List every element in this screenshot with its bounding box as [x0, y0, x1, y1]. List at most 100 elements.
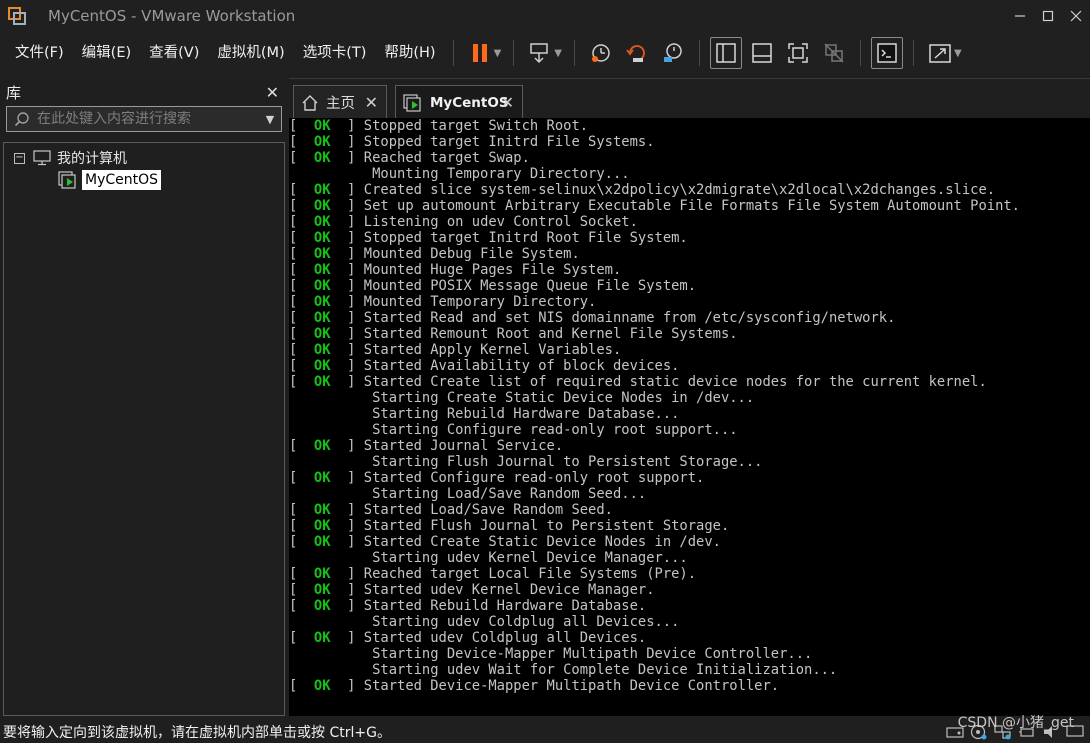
console-line-text: Starting Device-Mapper Multipath Device …: [372, 646, 813, 662]
minimize-button[interactable]: [1006, 0, 1034, 32]
console-view-button[interactable]: [871, 37, 903, 69]
full-screen-button[interactable]: [782, 37, 814, 69]
console-line-text: Starting Flush Journal to Persistent Sto…: [372, 454, 763, 470]
tab-home-close-icon[interactable]: ✕: [365, 93, 378, 112]
search-dropdown-icon[interactable]: ▼: [259, 113, 281, 126]
console-line-text: Mounted Debug File System.: [363, 246, 580, 262]
menu-file[interactable]: 文件(F): [6, 32, 73, 74]
tree-label-my-computer: 我的计算机: [57, 151, 127, 167]
console-line: [ OK ] Started Configure read-only root …: [289, 470, 705, 486]
revert-snapshot-button[interactable]: [621, 37, 653, 69]
ok-status: OK: [313, 582, 331, 598]
console-line: [ OK ] Mounted Huge Pages File System.: [289, 262, 622, 278]
console-line-text: Listening on udev Control Socket.: [363, 214, 638, 230]
tab-mycentos[interactable]: MyCentOS ✕: [395, 85, 523, 119]
console-line-text: Stopped target Initrd Root File System.: [363, 230, 688, 246]
ok-status: OK: [313, 534, 331, 550]
console-line: [ OK ] Stopped target Initrd File System…: [289, 134, 655, 150]
console-line: Starting Rebuild Hardware Database...: [289, 406, 679, 422]
console-line: [ OK ] Started Create Static Device Node…: [289, 534, 721, 550]
toolbar-separator: [860, 40, 861, 66]
tree-node-mycentos[interactable]: MyCentOS: [58, 169, 162, 191]
window-title: MyCentOS - VMware Workstation: [48, 7, 296, 25]
tab-home[interactable]: 主页 ✕: [293, 85, 387, 119]
vm-running-icon: [58, 171, 78, 189]
console-line-text: Started Read and set NIS domainname from…: [363, 310, 896, 326]
snapshot-button[interactable]: [585, 37, 617, 69]
toolbar-separator: [699, 40, 700, 66]
console-line-text: Started Journal Service.: [363, 438, 564, 454]
menu-bar: 文件(F) 编辑(E) 查看(V) 虚拟机(M) 选项卡(T) 帮助(H) ▼ …: [0, 32, 1090, 74]
maximize-button[interactable]: [1034, 0, 1062, 32]
console-line: [ OK ] Started Device-Mapper Multipath D…: [289, 678, 780, 694]
ok-status: OK: [313, 198, 331, 214]
console-line-text: Starting udev Wait for Complete Device I…: [372, 662, 838, 678]
vm-console[interactable]: [ OK ] Stopped target Switch Root.[ OK ]…: [289, 118, 1090, 716]
ok-status: OK: [313, 310, 331, 326]
console-line: Starting udev Kernel Device Manager...: [289, 550, 688, 566]
library-search-input[interactable]: [37, 111, 259, 127]
console-line-text: Mounted Temporary Directory.: [363, 294, 597, 310]
ok-status: OK: [313, 246, 331, 262]
unity-button[interactable]: [818, 37, 850, 69]
snapshot-manager-icon: [664, 43, 682, 62]
console-line: [ OK ] Mounted POSIX Message Queue File …: [289, 278, 697, 294]
thumbnail-bar-icon: [752, 43, 772, 63]
console-line-text: Starting Create Static Device Nodes in /…: [372, 390, 755, 406]
toolbar-separator: [513, 40, 515, 66]
menu-view[interactable]: 查看(V): [140, 32, 208, 74]
vmware-logo-icon: [6, 5, 28, 27]
library-close-icon[interactable]: ✕: [266, 83, 279, 102]
snapshot-manager-button[interactable]: [657, 37, 689, 69]
unity-icon: [824, 43, 844, 63]
console-line-text: Created slice system-selinux\x2dpolicy\x…: [363, 182, 996, 198]
title-bar: MyCentOS - VMware Workstation: [0, 0, 1090, 32]
menu-vm[interactable]: 虚拟机(M): [208, 32, 293, 74]
console-line-text: Started Availability of block devices.: [363, 358, 680, 374]
console-line: [ OK ] Reached target Swap.: [289, 150, 530, 166]
toolbar-separator: [574, 40, 575, 66]
menu-tabs[interactable]: 选项卡(T): [294, 32, 376, 74]
console-line-text: Started Load/Save Random Seed.: [363, 502, 613, 518]
thumbnail-bar-button[interactable]: [746, 37, 778, 69]
maximize-icon: [1042, 10, 1054, 22]
ok-status: OK: [313, 326, 331, 342]
console-line: [ OK ] Listening on udev Control Socket.: [289, 214, 638, 230]
console-line: [ OK ] Started Journal Service.: [289, 438, 564, 454]
tree-node-my-computer[interactable]: − 我的计算机: [14, 147, 127, 169]
console-line-text: Started Apply Kernel Variables.: [363, 342, 622, 358]
show-library-button[interactable]: [710, 37, 742, 69]
console-line: Mounting Temporary Directory...: [289, 166, 630, 182]
stretch-dropdown-icon[interactable]: ▼: [954, 48, 962, 59]
console-line-text: Mounted POSIX Message Queue File System.: [363, 278, 697, 294]
console-line: [ OK ] Mounted Debug File System.: [289, 246, 580, 262]
status-bar: 要将输入定向到该虚拟机，请在虚拟机内部单击或按 Ctrl+G。: [0, 720, 1090, 743]
close-window-button[interactable]: [1062, 0, 1090, 32]
send-keys-dropdown-icon[interactable]: ▼: [554, 48, 562, 59]
ok-status: OK: [313, 262, 331, 278]
ok-status: OK: [313, 230, 331, 246]
ok-status: OK: [313, 118, 331, 134]
stretch-guest-icon: [929, 44, 951, 63]
console-line: [ OK ] Created slice system-selinux\x2dp…: [289, 182, 996, 198]
console-line: [ OK ] Stopped target Initrd Root File S…: [289, 230, 688, 246]
tab-bar: 主页 ✕ MyCentOS ✕: [289, 78, 1090, 119]
ok-status: OK: [313, 214, 331, 230]
tab-mycentos-close-icon[interactable]: ✕: [501, 93, 514, 112]
send-ctrl-alt-del-button[interactable]: [524, 37, 556, 69]
library-search: ▼: [6, 106, 282, 132]
pause-button[interactable]: [464, 37, 496, 69]
stretch-guest-button[interactable]: [924, 37, 956, 69]
ok-status: OK: [313, 678, 331, 694]
snapshot-icon: [592, 44, 610, 62]
collapse-toggle-icon[interactable]: −: [14, 152, 25, 164]
send-ctrl-alt-del-icon: [530, 43, 549, 64]
console-line: Starting Configure read-only root suppor…: [289, 422, 737, 438]
menu-help[interactable]: 帮助(H): [375, 32, 444, 74]
console-line-text: Started udev Coldplug all Devices.: [363, 630, 647, 646]
console-line: [ OK ] Started Rebuild Hardware Database…: [289, 598, 647, 614]
console-line-text: Starting udev Kernel Device Manager...: [372, 550, 688, 566]
ok-status: OK: [313, 630, 331, 646]
menu-edit[interactable]: 编辑(E): [73, 32, 140, 74]
pause-dropdown-icon[interactable]: ▼: [494, 48, 502, 59]
